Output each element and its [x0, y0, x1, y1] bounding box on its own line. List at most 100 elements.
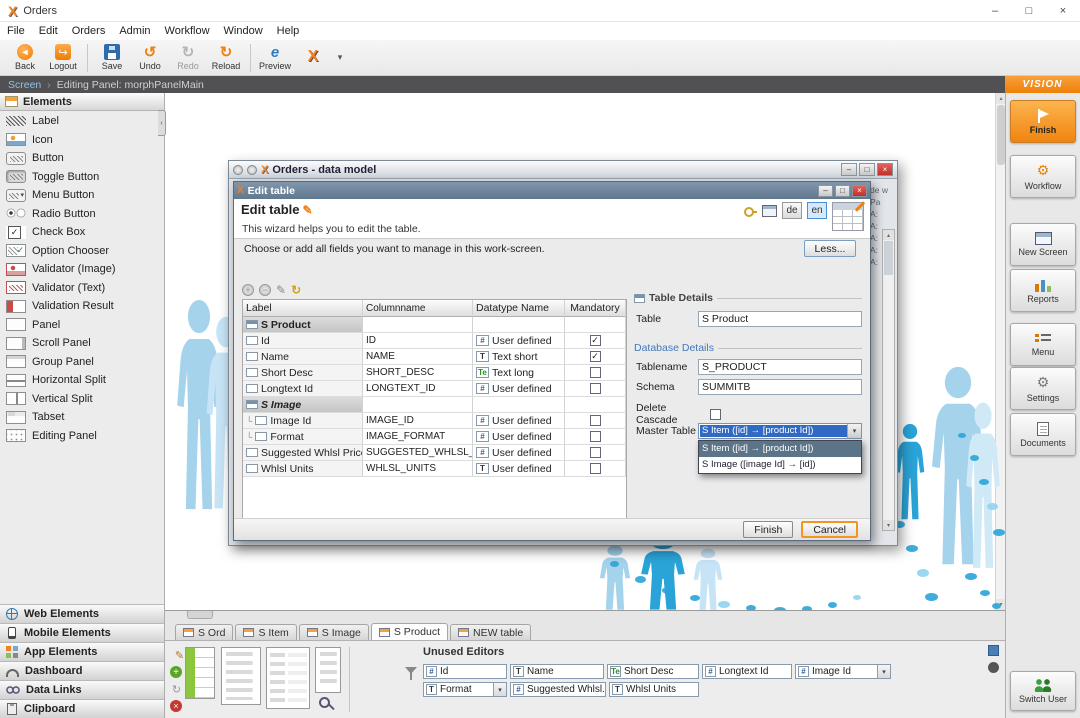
magnifier-icon[interactable] — [319, 697, 330, 708]
mandatory-checkbox[interactable] — [590, 383, 601, 394]
editor-format[interactable]: TFormat▾ — [423, 682, 507, 697]
field-row-short-desc[interactable]: Short DescSHORT_DESCTeText long — [243, 365, 626, 381]
sidebar-collapse-handle[interactable]: ‹ — [158, 110, 166, 136]
element-validator-text[interactable]: Validator (Text) — [0, 279, 164, 298]
mandatory-checkbox[interactable] — [590, 415, 601, 426]
menu-item-orders[interactable]: Orders — [65, 23, 113, 39]
toolbar-preview-button[interactable]: ePreview — [256, 41, 294, 75]
element-horizontal-split[interactable]: Horizontal Split — [0, 371, 164, 390]
group-row-s-product[interactable]: S Product — [243, 317, 626, 333]
element-validator-image[interactable]: Validator (Image) — [0, 260, 164, 279]
refresh-icon[interactable]: ↻ — [170, 683, 183, 696]
toolbar-reload-button[interactable]: ↻Reload — [207, 41, 245, 75]
editor-whlsl-units[interactable]: TWhlsl Units — [609, 682, 699, 697]
master-table-combobox[interactable]: S Item ([id] → [product Id]) ▾ — [698, 423, 862, 439]
pin-icon[interactable] — [247, 165, 257, 175]
element-label[interactable]: Label — [0, 112, 164, 131]
field-row-suggested-whlsl-price[interactable]: Suggested Whlsl PriceSUGGESTED_WHLSL_PRI… — [243, 445, 626, 461]
section-app-elements[interactable]: App Elements — [0, 642, 164, 661]
less-button[interactable]: Less... — [804, 240, 856, 257]
field-row-name[interactable]: NameNAMETText short✓ — [243, 349, 626, 365]
editor-name[interactable]: TName — [510, 664, 604, 679]
toolbar-undo-button[interactable]: ↺Undo — [131, 41, 169, 75]
master-table-option[interactable]: S Image ([image Id] → [id]) — [699, 457, 861, 473]
element-vertical-split[interactable]: Vertical Split — [0, 390, 164, 409]
field-row-whlsl-units[interactable]: Whlsl UnitsWHLSL_UNITSTUser defined — [243, 461, 626, 477]
element-icon[interactable]: Icon — [0, 131, 164, 150]
scroll-up-icon[interactable]: ▴ — [996, 93, 1005, 104]
language-de-button[interactable]: de — [782, 202, 802, 219]
data-model-titlebar[interactable]: X Orders - data model – □ × — [229, 161, 897, 179]
tab-s-ord[interactable]: S Ord — [175, 624, 233, 640]
master-table-option[interactable]: S Item ([id] → [product Id]) — [699, 441, 861, 457]
editor-suggested-whlsl[interactable]: #Suggested Whlsl... — [510, 682, 606, 697]
menu-item-workflow[interactable]: Workflow — [158, 23, 217, 39]
tab-s-image[interactable]: S Image — [299, 624, 369, 640]
documents-button[interactable]: Documents — [1010, 413, 1076, 456]
settings-button[interactable]: ⚙Settings — [1010, 367, 1076, 410]
element-validation-result[interactable]: Validation Result — [0, 297, 164, 316]
form-widget-preview[interactable] — [315, 647, 341, 693]
finish-button[interactable]: Finish — [1010, 100, 1076, 143]
element-scroll-panel[interactable]: Scroll Panel — [0, 334, 164, 353]
column-header[interactable]: Datatype Name — [473, 300, 565, 317]
section-web-elements[interactable]: Web Elements — [0, 604, 164, 623]
element-radio-button[interactable]: Radio Button — [0, 205, 164, 224]
form-widget-preview[interactable] — [221, 647, 261, 705]
mandatory-checkbox[interactable] — [590, 463, 601, 474]
cancel-button[interactable]: Cancel — [801, 521, 858, 538]
delete-cascade-checkbox[interactable] — [710, 409, 721, 420]
field-row-image-id[interactable]: └Image IdIMAGE_ID#User defined — [243, 413, 626, 429]
elements-header[interactable]: Elements — [0, 93, 164, 111]
close-icon[interactable]: × — [852, 185, 867, 197]
column-header[interactable]: Mandatory — [565, 300, 626, 317]
element-tabset[interactable]: Tabset — [0, 408, 164, 427]
element-group-panel[interactable]: Group Panel — [0, 353, 164, 372]
edit-field-button[interactable]: ✎ — [276, 283, 286, 297]
toolbar-save-button[interactable]: Save — [93, 41, 131, 75]
maximize-icon[interactable]: □ — [835, 185, 850, 197]
menu-item-admin[interactable]: Admin — [112, 23, 157, 39]
element-editing-panel[interactable]: Editing Panel — [0, 427, 164, 446]
maximize-icon[interactable]: □ — [859, 163, 875, 176]
maximize-icon[interactable]: □ — [1012, 0, 1046, 21]
breadcrumb-screen-link[interactable]: Screen — [8, 79, 41, 91]
toolbar-back-button[interactable]: ◄Back — [6, 41, 44, 75]
tab-s-product[interactable]: S Product — [371, 623, 448, 640]
grid-widget-preview[interactable] — [185, 647, 215, 699]
add-icon[interactable]: + — [170, 666, 182, 678]
tab-new-table[interactable]: NEW table — [450, 624, 531, 640]
minimize-icon[interactable]: – — [841, 163, 857, 176]
edit-table-titlebar[interactable]: X Edit table – □ × — [234, 182, 870, 199]
element-button[interactable]: Button — [0, 149, 164, 168]
element-panel[interactable]: Panel — [0, 316, 164, 335]
remove-field-button[interactable]: − — [259, 284, 271, 296]
mandatory-checkbox[interactable]: ✓ — [590, 351, 601, 362]
element-check-box[interactable]: Check Box — [0, 223, 164, 242]
editor-image-id[interactable]: #Image Id▾ — [795, 664, 891, 679]
field-row-id[interactable]: IdID#User defined✓ — [243, 333, 626, 349]
menu-item-file[interactable]: File — [0, 23, 32, 39]
scrollbar-thumb[interactable] — [997, 105, 1005, 165]
scrollbar-thumb[interactable] — [884, 241, 893, 275]
tablename-input[interactable]: S_PRODUCT — [698, 359, 862, 375]
chevron-down-icon[interactable]: ▾ — [847, 424, 861, 438]
toolbar-logout-button[interactable]: ↪Logout — [44, 41, 82, 75]
section-clipboard[interactable]: Clipboard — [0, 699, 164, 718]
table-input[interactable]: S Product — [698, 311, 862, 327]
menu-item-help[interactable]: Help — [270, 23, 307, 39]
field-row-format[interactable]: └FormatIMAGE_FORMAT#User defined — [243, 429, 626, 445]
switch-user-button[interactable]: Switch User — [1010, 671, 1076, 711]
editor-longtext-id[interactable]: #Longtext Id — [702, 664, 792, 679]
section-mobile-elements[interactable]: Mobile Elements — [0, 623, 164, 642]
table-grid-icon[interactable] — [832, 202, 864, 231]
section-dashboard[interactable]: Dashboard — [0, 661, 164, 680]
close-icon[interactable]: × — [1046, 0, 1080, 21]
field-row-longtext-id[interactable]: Longtext IdLONGTEXT_ID#User defined — [243, 381, 626, 397]
column-header[interactable]: Label — [243, 300, 363, 317]
mandatory-checkbox[interactable] — [590, 367, 601, 378]
new-screen-button[interactable]: New Screen — [1010, 223, 1076, 266]
section-data-links[interactable]: Data Links — [0, 680, 164, 699]
pin-icon[interactable] — [233, 165, 243, 175]
background-scrollbar[interactable]: ▴ ▾ — [882, 229, 895, 531]
